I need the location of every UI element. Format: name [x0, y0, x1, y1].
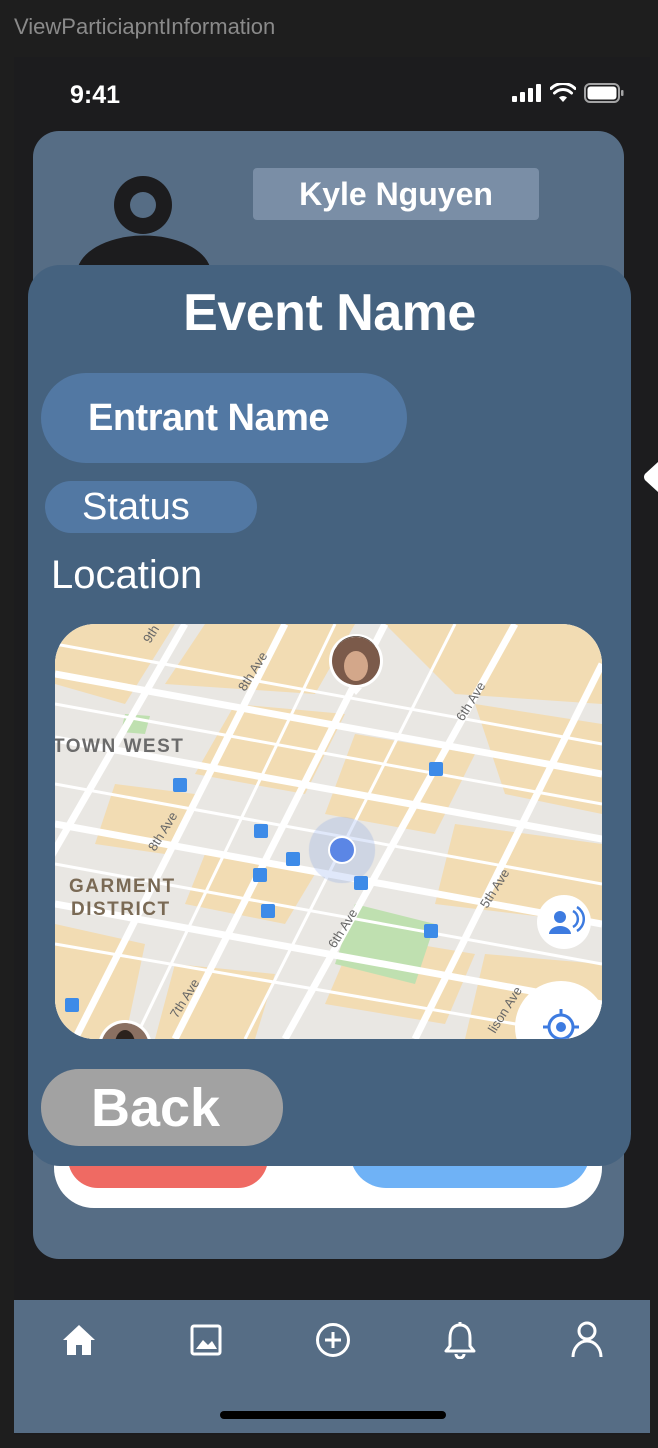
- status-time: 9:41: [70, 81, 121, 109]
- status-icons: [512, 83, 624, 103]
- location-label: Location: [51, 553, 203, 597]
- status-badge: Status: [45, 481, 257, 533]
- location-map[interactable]: TOWN WEST GARMENT DISTRICT 9th 8th Ave 8…: [55, 624, 602, 1039]
- status-bar: 9:41: [14, 57, 650, 127]
- back-button[interactable]: Back: [41, 1069, 283, 1146]
- avatar-icon: [70, 167, 220, 267]
- add-icon[interactable]: [313, 1320, 353, 1360]
- map-label-garment: GARMENT: [69, 876, 176, 897]
- map-label-town-west: TOWN WEST: [55, 736, 184, 757]
- profile-name: Kyle Nguyen: [253, 168, 539, 220]
- entrant-name: Entrant Name: [41, 373, 407, 463]
- notifications-icon[interactable]: [440, 1320, 480, 1360]
- chevron-left-icon[interactable]: [644, 462, 658, 492]
- battery-icon: [584, 83, 624, 103]
- home-icon[interactable]: [59, 1320, 99, 1360]
- participant-modal: Event Name Entrant Name Status Location: [28, 265, 631, 1166]
- frame-title: ViewParticiapntInformation: [14, 14, 276, 39]
- wifi-icon: [550, 83, 576, 102]
- current-location-icon: [308, 816, 376, 884]
- event-name: Event Name: [183, 284, 476, 342]
- contacts-icon[interactable]: [537, 895, 591, 949]
- tab-bar: [14, 1300, 650, 1433]
- home-indicator: [220, 1411, 446, 1419]
- phone-screen: 9:41 Kyle Nguyen Event Name Entrant Name…: [14, 57, 650, 1435]
- gallery-icon[interactable]: [186, 1320, 226, 1360]
- map-label-district: DISTRICT: [71, 899, 171, 920]
- profile-icon[interactable]: [567, 1320, 607, 1360]
- signal-icon: [512, 84, 541, 102]
